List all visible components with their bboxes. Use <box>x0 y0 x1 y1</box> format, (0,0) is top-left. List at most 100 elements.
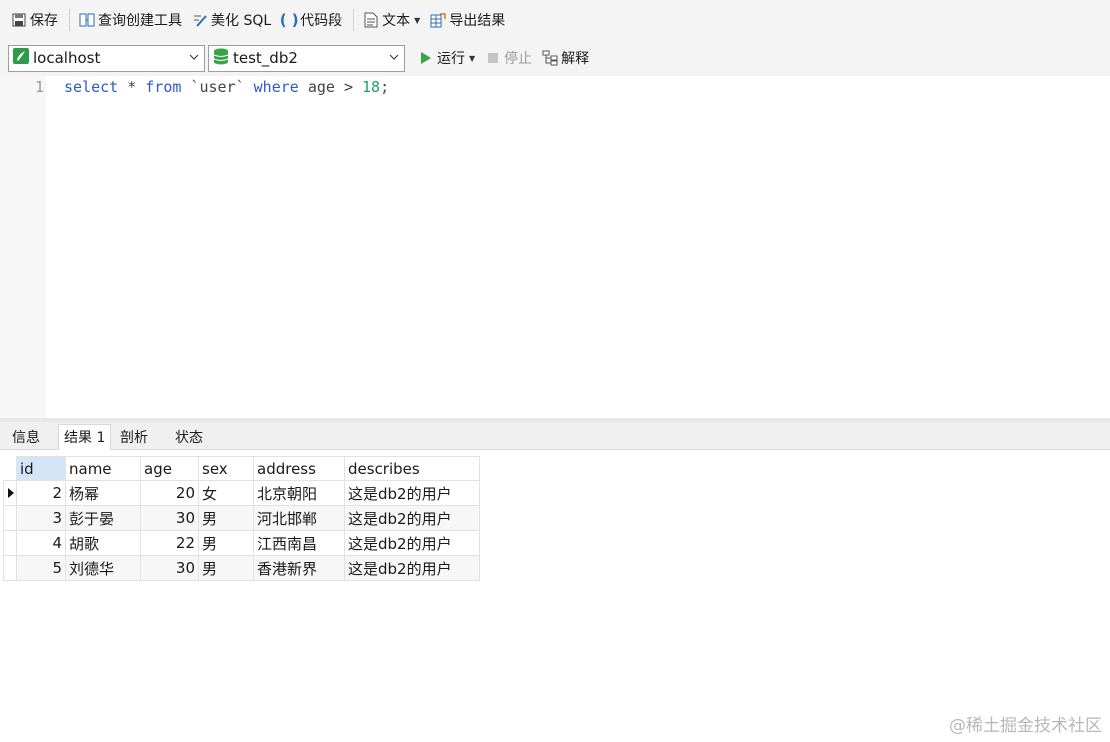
save-icon <box>11 12 27 28</box>
column-header-name[interactable]: name <box>65 456 141 481</box>
run-label: 运行 <box>437 51 465 67</box>
database-value: test_db2 <box>233 49 298 67</box>
sql-code-line[interactable]: select * from `user` where age > 18; <box>64 78 389 96</box>
run-button[interactable]: 运行 ▼ <box>415 44 478 72</box>
query-builder-button[interactable]: 查询创建工具 <box>76 6 185 34</box>
cell-describes[interactable]: 这是db2的用户 <box>344 480 480 506</box>
database-icon <box>213 48 229 69</box>
cell-age[interactable]: 22 <box>140 530 199 556</box>
server-icon <box>13 48 29 68</box>
cell-describes[interactable]: 这是db2的用户 <box>344 505 480 531</box>
line-gutter: 1 <box>0 76 46 418</box>
cell-sex[interactable]: 男 <box>198 530 254 556</box>
cell-sex[interactable]: 女 <box>198 480 254 506</box>
database-select[interactable]: test_db2 <box>208 44 405 72</box>
line-number: 1 <box>34 78 44 96</box>
server-select[interactable]: localhost <box>8 44 205 72</box>
cell-name[interactable]: 胡歌 <box>65 530 141 556</box>
snippet-button[interactable]: ( ) 代码段 <box>278 6 345 34</box>
save-label: 保存 <box>30 13 58 29</box>
cell-address[interactable]: 江西南昌 <box>253 530 345 556</box>
cell-name[interactable]: 杨幂 <box>65 480 141 506</box>
cell-age[interactable]: 30 <box>140 505 199 531</box>
explain-icon <box>542 50 558 66</box>
cell-describes[interactable]: 这是db2的用户 <box>344 530 480 556</box>
cell-describes[interactable]: 这是db2的用户 <box>344 555 480 581</box>
stop-icon <box>485 50 501 66</box>
token-table: `user` <box>181 78 254 96</box>
sql-editor[interactable]: 1 select * from `user` where age > 18; <box>0 76 1110 418</box>
beautify-sql-button[interactable]: 美化 SQL <box>189 6 274 34</box>
table-row[interactable]: 5 刘德华 30 男 香港新界 这是db2的用户 <box>3 555 480 581</box>
cell-address[interactable]: 北京朝阳 <box>253 480 345 506</box>
cell-name[interactable]: 刘德华 <box>65 555 141 581</box>
beautify-icon <box>192 12 208 28</box>
cell-id[interactable]: 5 <box>16 555 66 581</box>
main-toolbar: 保存 查询创建工具 美化 SQL ( ) 代码段 文本 ▼ 导出结果 <box>0 0 1110 40</box>
toolbar-divider <box>69 9 70 31</box>
cell-age[interactable]: 30 <box>140 555 199 581</box>
tab-profile[interactable]: 剖析 <box>114 424 154 450</box>
export-icon <box>430 12 447 28</box>
text-mode-button[interactable]: 文本 ▼ <box>360 6 423 34</box>
cell-sex[interactable]: 男 <box>198 555 254 581</box>
beautify-label: 美化 SQL <box>211 13 272 29</box>
table-row[interactable]: 3 彭于晏 30 男 河北邯郸 这是db2的用户 <box>3 505 480 531</box>
column-header-address[interactable]: address <box>253 456 345 481</box>
result-tab-bar: 信息 结果 1 剖析 状态 <box>0 422 1110 451</box>
chevron-down-icon[interactable] <box>388 51 400 67</box>
table-row[interactable]: 2 杨幂 20 女 北京朝阳 这是db2的用户 <box>3 480 480 506</box>
row-indicator[interactable] <box>3 505 17 531</box>
token-number: 18 <box>362 78 381 96</box>
token-condition: age > <box>298 78 363 96</box>
cell-name[interactable]: 彭于晏 <box>65 505 141 531</box>
cell-id[interactable]: 4 <box>16 530 66 556</box>
column-header-age[interactable]: age <box>140 456 199 481</box>
run-icon <box>418 50 434 66</box>
column-header-describes[interactable]: describes <box>344 456 480 481</box>
row-indicator[interactable] <box>3 530 17 556</box>
current-row-arrow-icon <box>8 488 14 498</box>
tab-status[interactable]: 状态 <box>169 424 209 450</box>
stop-button[interactable]: 停止 <box>482 44 535 72</box>
tab-info[interactable]: 信息 <box>6 424 46 450</box>
explain-label: 解释 <box>561 51 590 67</box>
server-value: localhost <box>33 49 101 67</box>
stop-label: 停止 <box>504 51 533 67</box>
token-semicolon: ; <box>380 78 390 96</box>
keyword-where: where <box>253 78 299 96</box>
table-header-row: id name age sex address describes <box>3 456 480 481</box>
toolbar-divider <box>353 9 355 31</box>
cell-address[interactable]: 香港新界 <box>253 555 345 581</box>
cell-age[interactable]: 20 <box>140 480 199 506</box>
connection-toolbar: localhost test_db2 运行 ▼ 停止 解释 <box>0 40 1110 76</box>
snippet-label: 代码段 <box>300 13 343 29</box>
export-results-button[interactable]: 导出结果 <box>427 6 508 34</box>
row-indicator-header <box>3 456 17 481</box>
column-header-sex[interactable]: sex <box>198 456 254 481</box>
query-builder-label: 查询创建工具 <box>98 13 182 29</box>
keyword-select: select <box>64 78 119 96</box>
chevron-down-icon[interactable]: ▼ <box>414 16 420 25</box>
column-header-id[interactable]: id <box>16 456 66 481</box>
query-builder-icon <box>79 12 95 28</box>
tab-result-1[interactable]: 结果 1 <box>58 424 112 451</box>
text-label: 文本 <box>382 13 411 29</box>
cell-address[interactable]: 河北邯郸 <box>253 505 345 531</box>
row-indicator[interactable] <box>3 480 17 506</box>
cell-id[interactable]: 3 <box>16 505 66 531</box>
snippet-icon: ( ) <box>279 11 299 29</box>
cell-sex[interactable]: 男 <box>198 505 254 531</box>
chevron-down-icon[interactable]: ▼ <box>469 54 475 63</box>
token-star: * <box>118 78 146 96</box>
save-button[interactable]: 保存 <box>8 6 61 34</box>
row-indicator[interactable] <box>3 555 17 581</box>
export-label: 导出结果 <box>449 13 506 29</box>
cell-id[interactable]: 2 <box>16 480 66 506</box>
explain-button[interactable]: 解释 <box>539 44 592 72</box>
text-icon <box>363 12 379 28</box>
chevron-down-icon[interactable] <box>188 51 200 67</box>
watermark: @稀土掘金技术社区 <box>949 716 1102 736</box>
table-row[interactable]: 4 胡歌 22 男 江西南昌 这是db2的用户 <box>3 530 480 556</box>
keyword-from: from <box>145 78 182 96</box>
